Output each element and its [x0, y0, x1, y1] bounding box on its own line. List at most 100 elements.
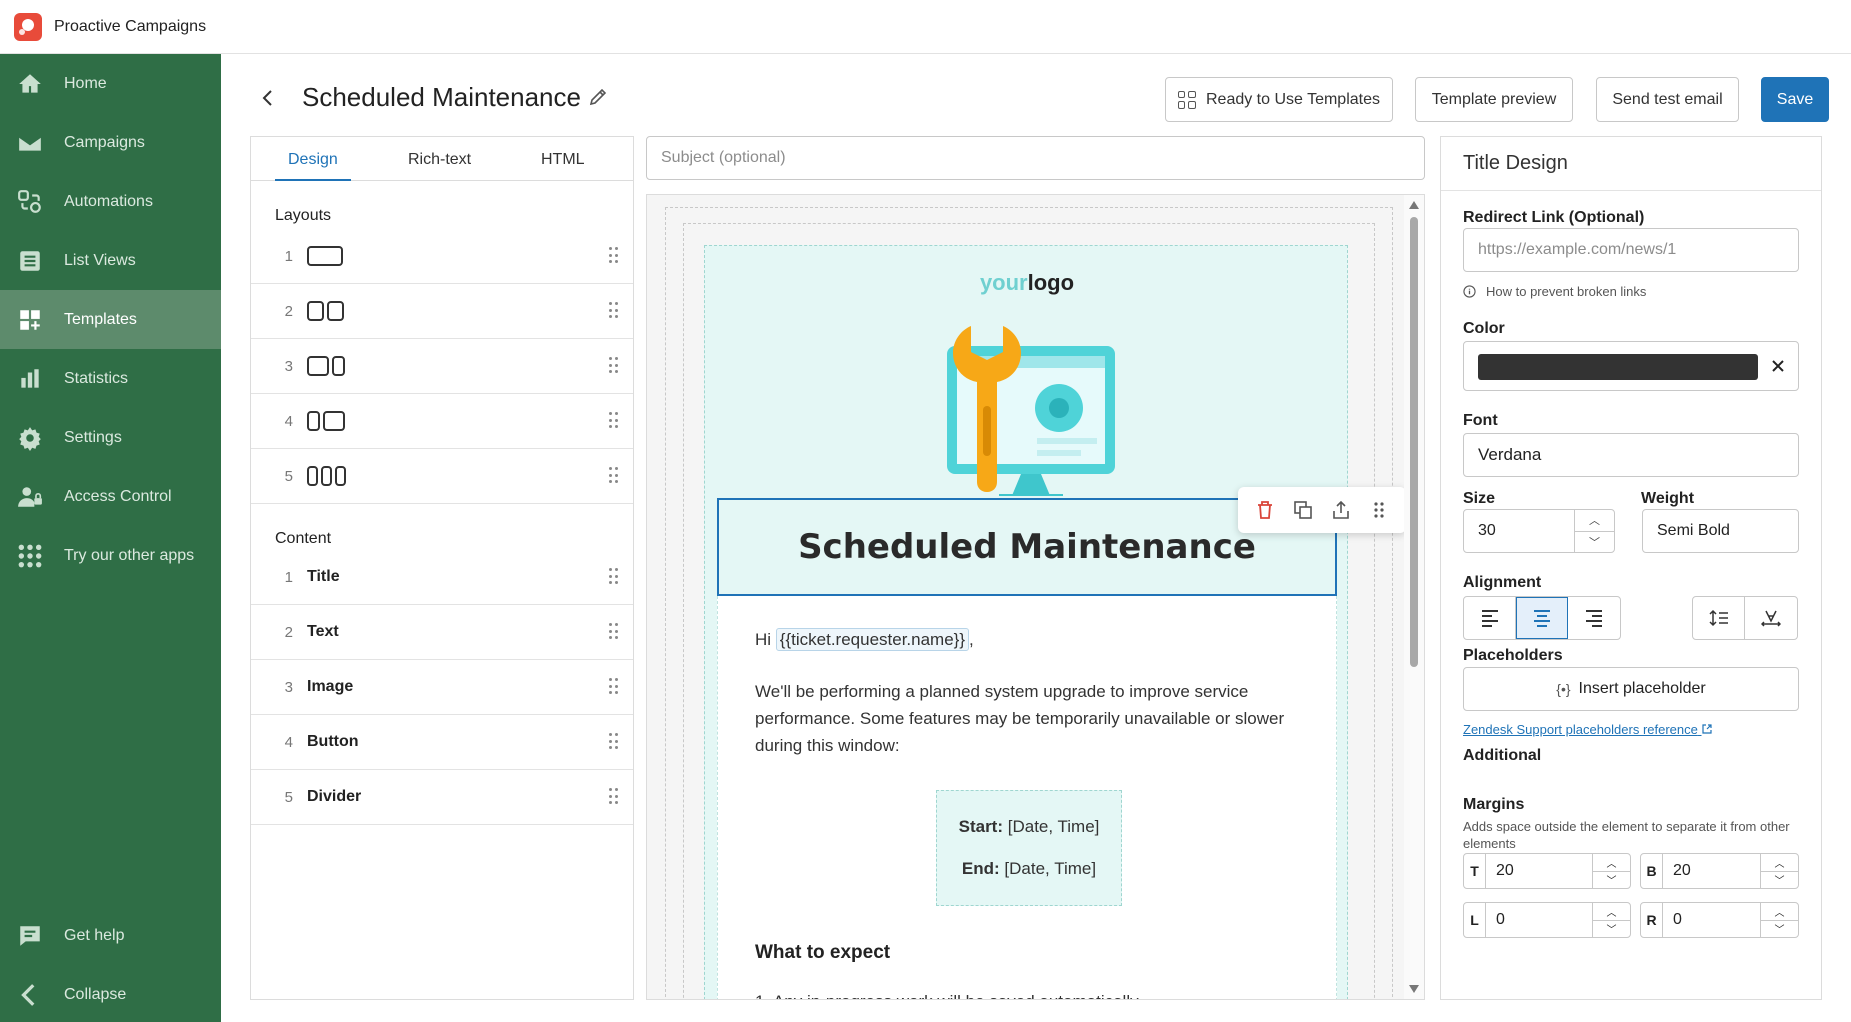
sidebar-item-campaigns[interactable]: Campaigns: [0, 113, 221, 172]
tab-html[interactable]: HTML: [541, 151, 585, 169]
subject-input[interactable]: [646, 136, 1425, 180]
content-row-image[interactable]: 3 Image: [251, 660, 633, 715]
layout-row[interactable]: 4: [251, 394, 633, 449]
template-preview-button[interactable]: Template preview: [1415, 77, 1573, 122]
app-title: Proactive Campaigns: [54, 17, 207, 35]
size-stepper[interactable]: 30 ︿ ﹀: [1463, 509, 1615, 553]
drag-handle-icon[interactable]: [609, 733, 619, 751]
alignment-group: [1463, 596, 1621, 640]
chevron-up-icon[interactable]: ︿: [1593, 903, 1630, 920]
drag-handle-icon[interactable]: [1368, 499, 1390, 521]
send-test-email-button[interactable]: Send test email: [1596, 77, 1739, 122]
drag-handle-icon[interactable]: [609, 788, 619, 806]
drag-handle-icon[interactable]: [609, 302, 619, 320]
chevron-down-icon[interactable]: ﹀: [1593, 870, 1630, 889]
stepper-controls[interactable]: ︿ ﹀: [1592, 854, 1630, 888]
sidebar-item-templates[interactable]: Templates: [0, 290, 221, 349]
broken-links-hint[interactable]: How to prevent broken links: [1463, 284, 1646, 299]
sidebar-item-label: Campaigns: [64, 133, 145, 151]
edit-title-button[interactable]: [587, 86, 609, 108]
align-left-button[interactable]: [1464, 597, 1516, 639]
chevron-down-icon[interactable]: ﹀: [1593, 919, 1630, 938]
panel-title: Title Design: [1441, 137, 1821, 191]
content-row-text[interactable]: 2 Text: [251, 605, 633, 660]
drag-handle-icon[interactable]: [609, 357, 619, 375]
tab-rich-text[interactable]: Rich-text: [408, 151, 471, 169]
insert-placeholder-button[interactable]: {•} Insert placeholder: [1463, 667, 1799, 711]
sidebar-item-label: Automations: [64, 192, 153, 210]
color-swatch[interactable]: [1478, 354, 1758, 380]
trash-icon[interactable]: [1254, 499, 1276, 521]
weight-select[interactable]: Semi Bold: [1642, 509, 1799, 553]
letter-spacing-button[interactable]: [1745, 597, 1797, 639]
clear-color-icon[interactable]: [1770, 358, 1786, 374]
drag-handle-icon[interactable]: [609, 568, 619, 586]
margin-bottom-field[interactable]: B 20 ︿ ﹀: [1640, 853, 1799, 889]
redirect-link-input[interactable]: [1463, 228, 1799, 272]
chevron-up-icon[interactable]: ︿: [1761, 903, 1798, 920]
stepper-controls[interactable]: ︿ ﹀: [1592, 903, 1630, 937]
drag-handle-icon[interactable]: [609, 678, 619, 696]
chevron-up-icon[interactable]: ︿: [1593, 854, 1630, 871]
scroll-down-icon[interactable]: [1409, 985, 1419, 993]
sidebar-item-other-apps[interactable]: Try our other apps: [0, 526, 221, 585]
margin-left-field[interactable]: L 0 ︿ ﹀: [1463, 902, 1631, 938]
layout-3-columns-icon: [307, 466, 346, 486]
layouts-heading: Layouts: [275, 207, 332, 224]
tab-design[interactable]: Design: [288, 151, 338, 169]
content-row-divider[interactable]: 5 Divider: [251, 770, 633, 825]
schedule-box[interactable]: Start: [Date, Time] End: [Date, Time]: [936, 790, 1122, 906]
sidebar-item-get-help[interactable]: Get help: [0, 906, 221, 965]
layout-row[interactable]: 2: [251, 284, 633, 339]
content-row-button[interactable]: 4 Button: [251, 715, 633, 770]
scroll-thumb[interactable]: [1410, 217, 1418, 667]
size-stepper-controls[interactable]: ︿ ﹀: [1574, 510, 1614, 552]
layout-row[interactable]: 5: [251, 449, 633, 504]
share-icon[interactable]: [1330, 499, 1352, 521]
chevron-down-icon[interactable]: ﹀: [1761, 870, 1798, 889]
email-canvas[interactable]: yourlogo Scheduled Maintenance Hi {{tick…: [646, 194, 1425, 1000]
sidebar-item-list-views[interactable]: List Views: [0, 231, 221, 290]
chevron-down-icon[interactable]: ﹀: [1575, 530, 1614, 553]
chevron-up-icon[interactable]: ︿: [1761, 854, 1798, 871]
sidebar-item-statistics[interactable]: Statistics: [0, 349, 221, 408]
duplicate-icon[interactable]: [1292, 499, 1314, 521]
layout-row[interactable]: 3: [251, 339, 633, 394]
align-center-button[interactable]: [1516, 597, 1568, 639]
block-toolbar: [1238, 487, 1406, 533]
drag-handle-icon[interactable]: [609, 412, 619, 430]
email-body[interactable]: yourlogo Scheduled Maintenance Hi {{tick…: [704, 245, 1406, 999]
sidebar-item-settings[interactable]: Settings: [0, 408, 221, 467]
placeholders-reference-link[interactable]: Zendesk Support placeholders reference: [1463, 722, 1712, 737]
sidebar-item-home[interactable]: Home: [0, 54, 221, 113]
help-chat-icon: [16, 922, 44, 950]
sidebar-item-access-control[interactable]: Access Control: [0, 467, 221, 526]
ready-templates-button[interactable]: Ready to Use Templates: [1165, 77, 1393, 122]
color-picker[interactable]: [1463, 341, 1799, 391]
align-right-button[interactable]: [1568, 597, 1620, 639]
chevron-down-icon[interactable]: ﹀: [1761, 919, 1798, 938]
scroll-up-icon[interactable]: [1409, 201, 1419, 209]
drag-handle-icon[interactable]: [609, 247, 619, 265]
save-button[interactable]: Save: [1761, 77, 1829, 122]
drag-handle-icon[interactable]: [609, 467, 619, 485]
line-height-button[interactable]: [1693, 597, 1745, 639]
drag-handle-icon[interactable]: [609, 623, 619, 641]
sidebar-collapse-button[interactable]: Collapse: [0, 965, 221, 1022]
chevron-up-icon[interactable]: ︿: [1575, 510, 1614, 531]
margin-top-field[interactable]: T 20 ︿ ﹀: [1463, 853, 1631, 889]
stepper-controls[interactable]: ︿ ﹀: [1760, 903, 1798, 937]
font-select[interactable]: Verdana: [1463, 433, 1799, 477]
editor-tabs: Design Rich-text HTML: [251, 137, 633, 181]
layout-row[interactable]: 1: [251, 229, 633, 284]
apps-grid-icon: [16, 542, 44, 570]
stepper-controls[interactable]: ︿ ﹀: [1760, 854, 1798, 888]
text-block[interactable]: Hi {{ticket.requester.name}}, We'll be p…: [717, 596, 1337, 999]
placeholder-chip[interactable]: {{ticket.requester.name}}: [775, 628, 970, 651]
sidebar-item-automations[interactable]: Automations: [0, 172, 221, 231]
content-row-title[interactable]: 1 Title: [251, 550, 633, 605]
sidebar-item-label: Statistics: [64, 369, 129, 387]
canvas-scrollbar[interactable]: [1404, 195, 1424, 999]
back-button[interactable]: [258, 86, 278, 110]
margin-right-field[interactable]: R 0 ︿ ﹀: [1640, 902, 1799, 938]
